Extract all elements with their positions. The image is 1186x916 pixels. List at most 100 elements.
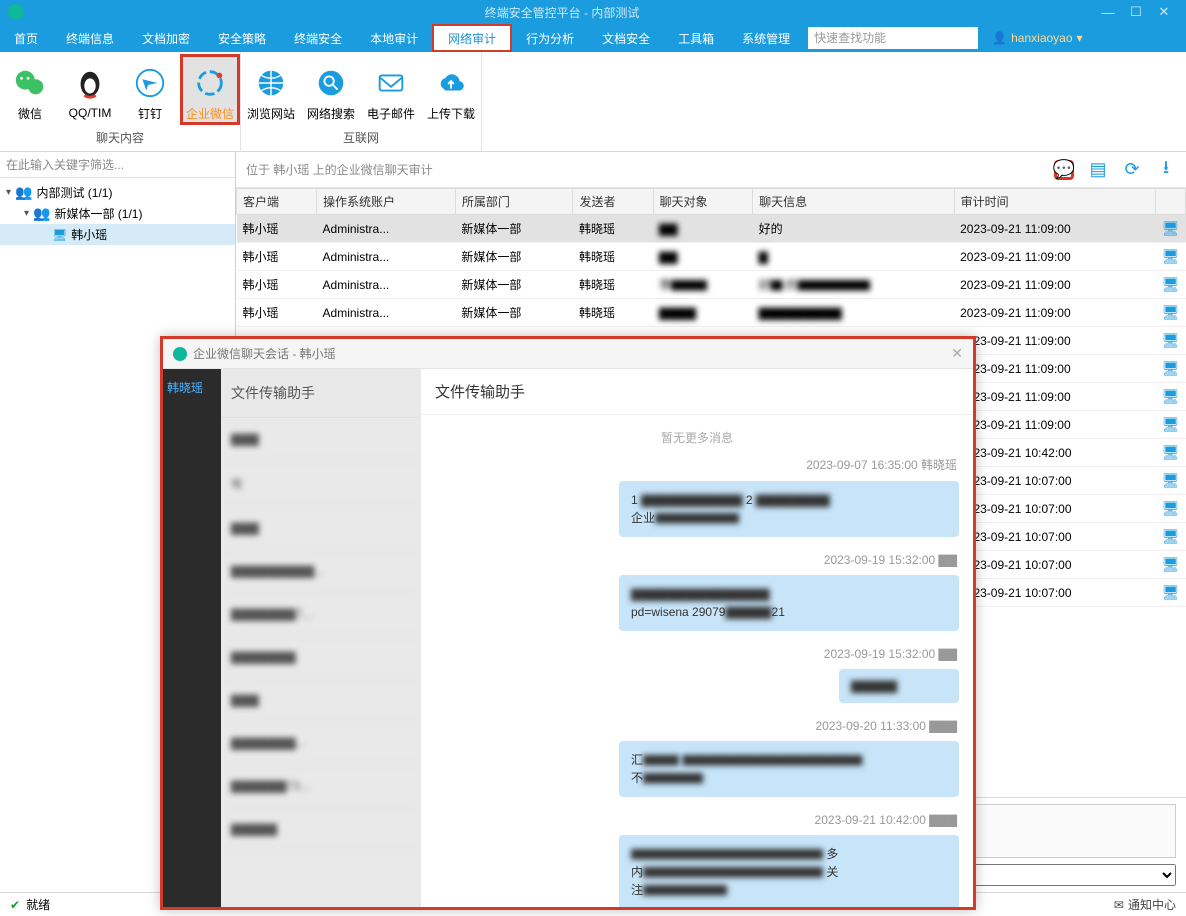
toolbtn-dingtalk[interactable]: 钉钉 (120, 57, 180, 122)
table-row[interactable]: 韩小瑶Administra...新媒体一部韩晓瑶李▇▇▇好▇ 的▇▇▇▇▇▇20… (237, 271, 1186, 299)
chat-messages[interactable]: 暂无更多消息2023-09-07 16:35:00 韩晓瑶1 ▇▇▇▇▇▇▇▇▇… (421, 415, 973, 907)
notification-center-button[interactable]: ✉ 通知中心 (1114, 896, 1176, 913)
cell: 2023-09-21 11:09:00 (954, 271, 1156, 299)
monitor-icon[interactable]: 🖥 (1162, 528, 1180, 545)
close-button[interactable]: ✕ (1150, 4, 1178, 20)
tree-node-user[interactable]: 🖥 韩小瑶 (0, 224, 235, 245)
chevron-down-icon: ▾ (6, 187, 11, 198)
download-icon[interactable]: ⭳ (1156, 160, 1176, 180)
conv-item[interactable]: ▇▇▇ (221, 507, 421, 550)
col-header[interactable]: 聊天对象 (653, 189, 753, 215)
menu-9[interactable]: 工具箱 (664, 24, 728, 52)
group-label: 聊天内容 (0, 126, 240, 151)
conv-item[interactable]: ▇▇▇▇▇▇▇7... (221, 593, 421, 636)
menu-5[interactable]: 本地审计 (356, 24, 432, 52)
monitor-icon[interactable]: 🖥 (1162, 556, 1180, 573)
monitor-icon[interactable]: 🖥 (1162, 220, 1180, 237)
chat-user-tab[interactable]: 韩晓瑶 (167, 379, 217, 396)
conv-item[interactable]: 有 (221, 461, 421, 507)
chat-conversation-list[interactable]: 文件传输助手▇▇▇有▇▇▇▇▇▇▇▇▇▇▇▇...▇▇▇▇▇▇▇7...▇▇▇▇… (221, 369, 421, 907)
menu-8[interactable]: 文档安全 (588, 24, 664, 52)
menu-4[interactable]: 终端安全 (280, 24, 356, 52)
workwx-icon (192, 65, 228, 101)
list-view-icon[interactable]: ▤ (1088, 160, 1108, 180)
user-menu[interactable]: 👤hanxiaoyao▾ (982, 24, 1092, 52)
msg-bubble[interactable]: ▇▇▇▇▇▇▇▇▇▇▇▇▇▇▇▇ 多内▇▇▇▇▇▇▇▇▇▇▇▇▇▇▇ 关注▇▇▇… (619, 835, 959, 907)
toolbtn-search[interactable]: 网络搜索 (301, 57, 361, 122)
cell: 2023-09-21 10:07:00 (954, 495, 1156, 523)
monitor-icon[interactable]: 🖥 (1162, 472, 1180, 489)
toolbtn-cloud[interactable]: 上传下载 (421, 57, 481, 122)
conv-item[interactable]: ▇▇▇▇▇▇▇ (221, 636, 421, 679)
search-icon (313, 65, 349, 101)
tree-node-root[interactable]: ▾ 👥 内部测试 (1/1) (0, 182, 235, 203)
monitor-icon[interactable]: 🖥 (1162, 360, 1180, 377)
monitor-icon: 🖥 (52, 228, 67, 242)
toolbtn-globe[interactable]: 浏览网站 (241, 57, 301, 122)
check-icon: ✔ (10, 898, 20, 912)
chat-view-icon[interactable]: 💬 (1054, 160, 1074, 180)
cell: Administra... (317, 299, 456, 327)
menu-10[interactable]: 系统管理 (728, 24, 804, 52)
menu-6[interactable]: 网络审计 (432, 24, 512, 52)
monitor-icon[interactable]: 🖥 (1162, 276, 1180, 293)
monitor-icon[interactable]: 🖥 (1162, 584, 1180, 601)
app-logo-icon (173, 347, 187, 361)
cell: 2023-09-21 11:09:00 (954, 355, 1156, 383)
toolbtn-wechat[interactable]: 微信 (0, 57, 60, 122)
tree-filter-input[interactable]: 在此输入关键字筛选... (0, 152, 235, 178)
tree-node-dept[interactable]: ▾ 👥 新媒体一部 (1/1) (0, 203, 235, 224)
cloud-icon (433, 65, 469, 101)
monitor-icon[interactable]: 🖥 (1162, 332, 1180, 349)
msg-timestamp: 2023-09-07 16:35:00 韩晓瑶 (435, 452, 959, 477)
toolbtn-label: 钉钉 (120, 105, 180, 122)
user-icon: 👤 (992, 31, 1007, 45)
conv-item[interactable]: ▇▇▇▇▇▇▇... (221, 722, 421, 765)
toolbtn-qq[interactable]: QQ/TIM (60, 58, 120, 120)
quick-search-input[interactable]: 快速查找功能 (808, 27, 978, 49)
monitor-icon[interactable]: 🖥 (1162, 304, 1180, 321)
menu-0[interactable]: 首页 (0, 24, 52, 52)
conv-item[interactable]: ▇▇▇▇▇▇73... (221, 765, 421, 808)
chat-dialog-header[interactable]: 企业微信聊天会话 - 韩小瑶 ✕ (163, 339, 973, 369)
wechat-icon (12, 65, 48, 101)
col-header[interactable]: 聊天信息 (753, 189, 954, 215)
msg-bubble[interactable]: ▇▇▇▇▇▇▇▇▇▇▇▇▇▇▇pd=wisena 29079▇▇▇▇▇21 (619, 575, 959, 631)
close-icon[interactable]: ✕ (951, 345, 963, 362)
msg-bubble[interactable]: 汇▇▇▇ ▇▇▇▇▇▇▇▇▇▇▇▇▇▇▇不▇▇▇▇▇ (619, 741, 959, 797)
maximize-button[interactable]: ☐ (1122, 4, 1150, 20)
col-header[interactable]: 发送者 (573, 189, 653, 215)
conv-item[interactable]: 文件传输助手 (221, 369, 421, 418)
monitor-icon[interactable]: 🖥 (1162, 444, 1180, 461)
menu-7[interactable]: 行为分析 (512, 24, 588, 52)
conv-item[interactable]: ▇▇▇▇▇▇▇▇▇... (221, 550, 421, 593)
toolbtn-workwx[interactable]: 企业微信 (180, 54, 240, 125)
conv-item[interactable]: ▇▇▇▇▇ (221, 808, 421, 851)
conv-item[interactable]: ▇▇▇ (221, 418, 421, 461)
col-header[interactable]: 所属部门 (455, 189, 573, 215)
monitor-icon[interactable]: 🖥 (1162, 248, 1180, 265)
msg-bubble[interactable]: ▇▇▇▇▇ (839, 669, 959, 703)
col-header[interactable]: 操作系统账户 (317, 189, 456, 215)
cell: ▇▇ (653, 215, 753, 243)
menu-3[interactable]: 安全策略 (204, 24, 280, 52)
monitor-icon[interactable]: 🖥 (1162, 500, 1180, 517)
conv-item[interactable]: ▇▇▇ (221, 679, 421, 722)
msg-timestamp: 2023-09-21 10:42:00 ▇▇▇ (435, 809, 959, 831)
monitor-icon[interactable]: 🖥 (1162, 416, 1180, 433)
monitor-icon[interactable]: 🖥 (1162, 388, 1180, 405)
menu-1[interactable]: 终端信息 (52, 24, 128, 52)
msg-bubble[interactable]: 1 ▇▇▇▇▇▇▇▇▇▇▇ 2 ▇▇▇▇▇▇▇▇ 企业▇▇▇▇▇▇▇ (619, 481, 959, 537)
col-header[interactable]: 审计时间 (954, 189, 1156, 215)
minimize-button[interactable]: — (1094, 5, 1122, 20)
table-row[interactable]: 韩小瑶Administra...新媒体一部韩晓瑶▇▇▇2023-09-21 11… (237, 243, 1186, 271)
toolbtn-mail[interactable]: 电子邮件 (361, 57, 421, 122)
titlebar: 终端安全管控平台 - 内部测试 — ☐ ✕ (0, 0, 1186, 24)
cell: 2023-09-21 10:07:00 (954, 551, 1156, 579)
table-row[interactable]: 韩小瑶Administra...新媒体一部韩晓瑶▇▇▇▇▇▇▇▇▇▇▇▇▇202… (237, 299, 1186, 327)
table-row[interactable]: 韩小瑶Administra...新媒体一部韩晓瑶▇▇好的2023-09-21 1… (237, 215, 1186, 243)
app-logo-icon (8, 4, 24, 20)
refresh-icon[interactable]: ⟳ (1122, 160, 1142, 180)
col-header[interactable]: 客户端 (237, 189, 317, 215)
menu-2[interactable]: 文档加密 (128, 24, 204, 52)
